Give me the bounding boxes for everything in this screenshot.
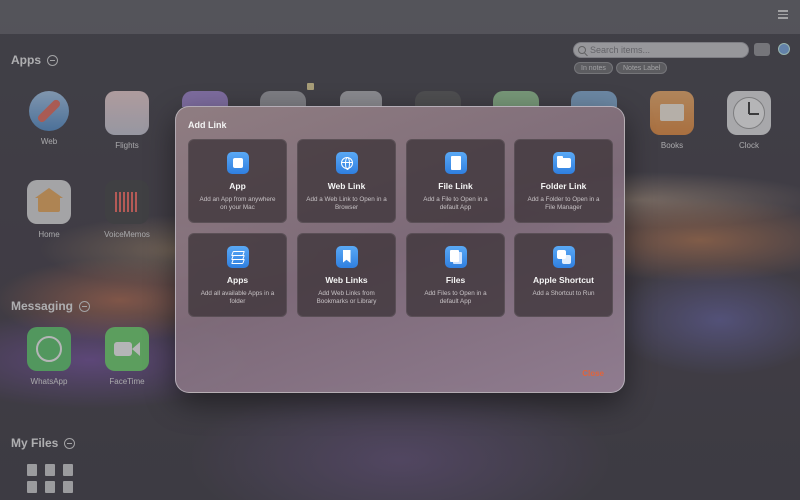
card-title: Apps xyxy=(226,275,249,285)
card-apps[interactable]: Apps Add all available Apps in a folder xyxy=(188,233,287,317)
layers-icon xyxy=(226,246,249,268)
card-title: File Link xyxy=(438,181,473,191)
app-icon xyxy=(226,152,249,174)
card-title: Web Link xyxy=(327,181,366,191)
card-app[interactable]: App Add an App from anywhere on your Mac xyxy=(188,139,287,223)
card-title: Files xyxy=(445,275,466,285)
card-description: Add all available Apps in a folder xyxy=(200,290,275,305)
card-web-links[interactable]: Web Links Add Web Links from Bookmarks o… xyxy=(297,233,396,317)
card-apple-shortcut[interactable]: Apple Shortcut Add a Shortcut to Run xyxy=(514,233,613,317)
card-description: Add a Shortcut to Run xyxy=(532,290,595,297)
folder-icon xyxy=(552,152,575,174)
card-description: Add Web Links from Bookmarks or Library xyxy=(316,290,377,305)
bookmark-icon xyxy=(335,246,358,268)
shortcut-icon xyxy=(552,246,575,268)
card-file-link[interactable]: File Link Add a File to Open in a defaul… xyxy=(406,139,505,223)
card-title: Web Links xyxy=(325,275,368,285)
add-link-dialog: Add Link App Add an App from anywhere on… xyxy=(175,106,625,393)
card-description: Add an App from anywhere on your Mac xyxy=(199,196,276,211)
close-button[interactable]: Close xyxy=(582,369,604,378)
file-icon xyxy=(444,152,467,174)
card-description: Add Files to Open in a default App xyxy=(424,290,487,305)
card-files[interactable]: Files Add Files to Open in a default App xyxy=(406,233,505,317)
card-title: Folder Link xyxy=(540,181,587,191)
card-title: Apple Shortcut xyxy=(533,275,594,285)
card-folder-link[interactable]: Folder Link Add a Folder to Open in a Fi… xyxy=(514,139,613,223)
dialog-title: Add Link xyxy=(188,120,227,130)
card-title: App xyxy=(229,181,246,191)
globe-icon xyxy=(335,152,358,174)
card-description: Add a Web Link to Open in a Browser xyxy=(306,196,387,211)
files-icon xyxy=(444,246,467,268)
card-description: Add a Folder to Open in a File Manager xyxy=(527,196,600,211)
card-description: Add a File to Open in a default App xyxy=(423,196,488,211)
card-web-link[interactable]: Web Link Add a Web Link to Open in a Bro… xyxy=(297,139,396,223)
